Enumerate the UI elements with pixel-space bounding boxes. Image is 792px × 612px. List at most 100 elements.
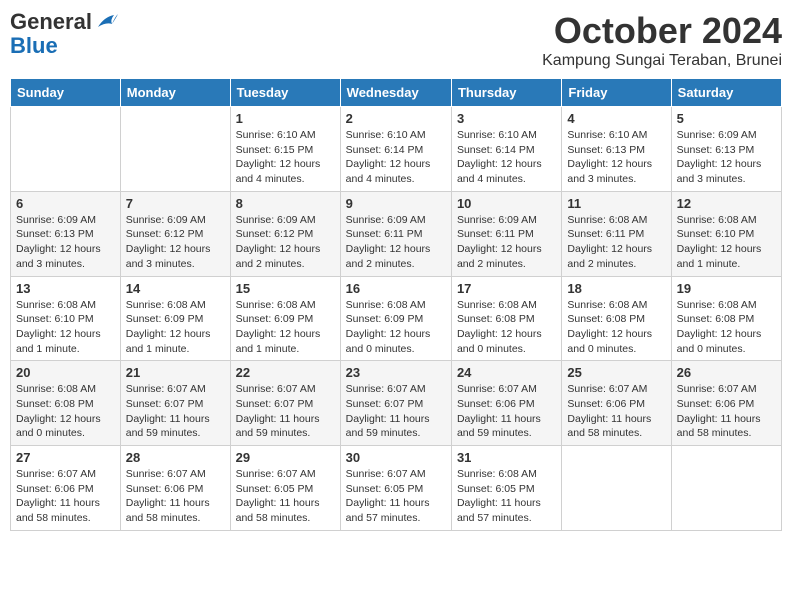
day-number: 12: [677, 196, 776, 211]
header-sunday: Sunday: [11, 79, 121, 107]
day-detail: Sunrise: 6:09 AM Sunset: 6:12 PM Dayligh…: [126, 213, 225, 272]
calendar-cell: 31 Sunrise: 6:08 AM Sunset: 6:05 PM Dayli…: [451, 446, 561, 531]
day-number: 23: [346, 365, 446, 380]
day-detail: Sunrise: 6:07 AM Sunset: 6:07 PM Dayligh…: [236, 382, 335, 441]
calendar-cell: 25Sunrise: 6:07 AM Sunset: 6:06 PM Dayli…: [562, 361, 671, 446]
calendar-cell: 7 Sunrise: 6:09 AM Sunset: 6:12 PM Daylig…: [120, 191, 230, 276]
calendar-week-3: 13 Sunrise: 6:08 AM Sunset: 6:10 PM Dayli…: [11, 276, 782, 361]
day-number: 31: [457, 450, 556, 465]
day-detail: Sunrise: 6:08 AM Sunset: 6:09 PM Dayligh…: [236, 298, 335, 357]
day-number: 24: [457, 365, 556, 380]
logo-blue: Blue: [10, 33, 58, 58]
calendar-cell: 19Sunrise: 6:08 AM Sunset: 6:08 PM Dayli…: [671, 276, 781, 361]
calendar-cell: [11, 107, 121, 192]
calendar-cell: [671, 446, 781, 531]
day-number: 27: [16, 450, 115, 465]
day-detail: Sunrise: 6:08 AM Sunset: 6:09 PM Dayligh…: [346, 298, 446, 357]
location: Kampung Sungai Teraban, Brunei: [542, 52, 782, 70]
day-detail: Sunrise: 6:08 AM Sunset: 6:09 PM Dayligh…: [126, 298, 225, 357]
calendar-cell: 15 Sunrise: 6:08 AM Sunset: 6:09 PM Dayli…: [230, 276, 340, 361]
day-number: 7: [126, 196, 225, 211]
calendar-cell: 10Sunrise: 6:09 AM Sunset: 6:11 PM Dayli…: [451, 191, 561, 276]
day-detail: Sunrise: 6:08 AM Sunset: 6:08 PM Dayligh…: [567, 298, 665, 357]
calendar-cell: 29Sunrise: 6:07 AM Sunset: 6:05 PM Dayli…: [230, 446, 340, 531]
day-detail: Sunrise: 6:07 AM Sunset: 6:06 PM Dayligh…: [16, 467, 115, 526]
page-header: General Blue October 2024 Kampung Sungai…: [10, 10, 782, 70]
day-detail: Sunrise: 6:08 AM Sunset: 6:05 PM Dayligh…: [457, 467, 556, 526]
header-saturday: Saturday: [671, 79, 781, 107]
day-detail: Sunrise: 6:10 AM Sunset: 6:14 PM Dayligh…: [346, 128, 446, 187]
day-number: 14: [126, 281, 225, 296]
day-number: 9: [346, 196, 446, 211]
calendar-cell: 1Sunrise: 6:10 AM Sunset: 6:15 PM Daylig…: [230, 107, 340, 192]
day-detail: Sunrise: 6:07 AM Sunset: 6:05 PM Dayligh…: [236, 467, 335, 526]
day-detail: Sunrise: 6:10 AM Sunset: 6:13 PM Dayligh…: [567, 128, 665, 187]
calendar-cell: 28 Sunrise: 6:07 AM Sunset: 6:06 PM Dayli…: [120, 446, 230, 531]
logo-general: General: [10, 9, 92, 34]
calendar-cell: [120, 107, 230, 192]
day-detail: Sunrise: 6:08 AM Sunset: 6:11 PM Dayligh…: [567, 213, 665, 272]
calendar-week-4: 20 Sunrise: 6:08 AM Sunset: 6:08 PM Dayli…: [11, 361, 782, 446]
calendar-cell: 24 Sunrise: 6:07 AM Sunset: 6:06 PM Dayli…: [451, 361, 561, 446]
day-number: 20: [16, 365, 115, 380]
calendar-cell: 30 Sunrise: 6:07 AM Sunset: 6:05 PM Dayli…: [340, 446, 451, 531]
calendar-cell: 22 Sunrise: 6:07 AM Sunset: 6:07 PM Dayli…: [230, 361, 340, 446]
calendar-cell: 3 Sunrise: 6:10 AM Sunset: 6:14 PM Daylig…: [451, 107, 561, 192]
day-number: 16: [346, 281, 446, 296]
calendar-cell: 23 Sunrise: 6:07 AM Sunset: 6:07 PM Dayli…: [340, 361, 451, 446]
header-monday: Monday: [120, 79, 230, 107]
calendar-cell: 13 Sunrise: 6:08 AM Sunset: 6:10 PM Dayli…: [11, 276, 121, 361]
day-detail: Sunrise: 6:09 AM Sunset: 6:12 PM Dayligh…: [236, 213, 335, 272]
day-number: 4: [567, 111, 665, 126]
calendar-header-row: SundayMondayTuesdayWednesdayThursdayFrid…: [11, 79, 782, 107]
day-number: 22: [236, 365, 335, 380]
calendar-week-5: 27 Sunrise: 6:07 AM Sunset: 6:06 PM Dayli…: [11, 446, 782, 531]
calendar-cell: 4 Sunrise: 6:10 AM Sunset: 6:13 PM Daylig…: [562, 107, 671, 192]
day-number: 13: [16, 281, 115, 296]
logo-bird-icon: [96, 12, 118, 32]
day-detail: Sunrise: 6:07 AM Sunset: 6:07 PM Dayligh…: [346, 382, 446, 441]
calendar-cell: 8 Sunrise: 6:09 AM Sunset: 6:12 PM Daylig…: [230, 191, 340, 276]
day-detail: Sunrise: 6:09 AM Sunset: 6:11 PM Dayligh…: [346, 213, 446, 272]
calendar-cell: 14 Sunrise: 6:08 AM Sunset: 6:09 PM Dayli…: [120, 276, 230, 361]
calendar-cell: 5Sunrise: 6:09 AM Sunset: 6:13 PM Daylig…: [671, 107, 781, 192]
calendar-week-2: 6 Sunrise: 6:09 AM Sunset: 6:13 PM Daylig…: [11, 191, 782, 276]
day-number: 6: [16, 196, 115, 211]
calendar-cell: 11Sunrise: 6:08 AM Sunset: 6:11 PM Dayli…: [562, 191, 671, 276]
calendar-cell: 12 Sunrise: 6:08 AM Sunset: 6:10 PM Dayli…: [671, 191, 781, 276]
calendar-cell: 27 Sunrise: 6:07 AM Sunset: 6:06 PM Dayli…: [11, 446, 121, 531]
calendar-cell: 17 Sunrise: 6:08 AM Sunset: 6:08 PM Dayli…: [451, 276, 561, 361]
day-number: 2: [346, 111, 446, 126]
day-number: 21: [126, 365, 225, 380]
day-detail: Sunrise: 6:07 AM Sunset: 6:07 PM Dayligh…: [126, 382, 225, 441]
day-number: 15: [236, 281, 335, 296]
day-detail: Sunrise: 6:07 AM Sunset: 6:06 PM Dayligh…: [457, 382, 556, 441]
calendar-cell: 2 Sunrise: 6:10 AM Sunset: 6:14 PM Daylig…: [340, 107, 451, 192]
day-number: 8: [236, 196, 335, 211]
header-wednesday: Wednesday: [340, 79, 451, 107]
day-detail: Sunrise: 6:10 AM Sunset: 6:14 PM Dayligh…: [457, 128, 556, 187]
day-number: 17: [457, 281, 556, 296]
day-detail: Sunrise: 6:08 AM Sunset: 6:10 PM Dayligh…: [16, 298, 115, 357]
day-detail: Sunrise: 6:08 AM Sunset: 6:10 PM Dayligh…: [677, 213, 776, 272]
header-friday: Friday: [562, 79, 671, 107]
day-detail: Sunrise: 6:07 AM Sunset: 6:06 PM Dayligh…: [126, 467, 225, 526]
logo: General Blue: [10, 10, 118, 58]
day-detail: Sunrise: 6:09 AM Sunset: 6:13 PM Dayligh…: [677, 128, 776, 187]
calendar-table: SundayMondayTuesdayWednesdayThursdayFrid…: [10, 78, 782, 531]
header-tuesday: Tuesday: [230, 79, 340, 107]
day-number: 30: [346, 450, 446, 465]
calendar-cell: 9 Sunrise: 6:09 AM Sunset: 6:11 PM Daylig…: [340, 191, 451, 276]
calendar-cell: 18Sunrise: 6:08 AM Sunset: 6:08 PM Dayli…: [562, 276, 671, 361]
day-detail: Sunrise: 6:07 AM Sunset: 6:05 PM Dayligh…: [346, 467, 446, 526]
day-number: 3: [457, 111, 556, 126]
day-detail: Sunrise: 6:10 AM Sunset: 6:15 PM Dayligh…: [236, 128, 335, 187]
calendar-cell: 6 Sunrise: 6:09 AM Sunset: 6:13 PM Daylig…: [11, 191, 121, 276]
day-number: 28: [126, 450, 225, 465]
calendar-cell: 20 Sunrise: 6:08 AM Sunset: 6:08 PM Dayli…: [11, 361, 121, 446]
day-detail: Sunrise: 6:09 AM Sunset: 6:13 PM Dayligh…: [16, 213, 115, 272]
day-number: 10: [457, 196, 556, 211]
day-number: 26: [677, 365, 776, 380]
day-detail: Sunrise: 6:08 AM Sunset: 6:08 PM Dayligh…: [16, 382, 115, 441]
day-detail: Sunrise: 6:08 AM Sunset: 6:08 PM Dayligh…: [457, 298, 556, 357]
